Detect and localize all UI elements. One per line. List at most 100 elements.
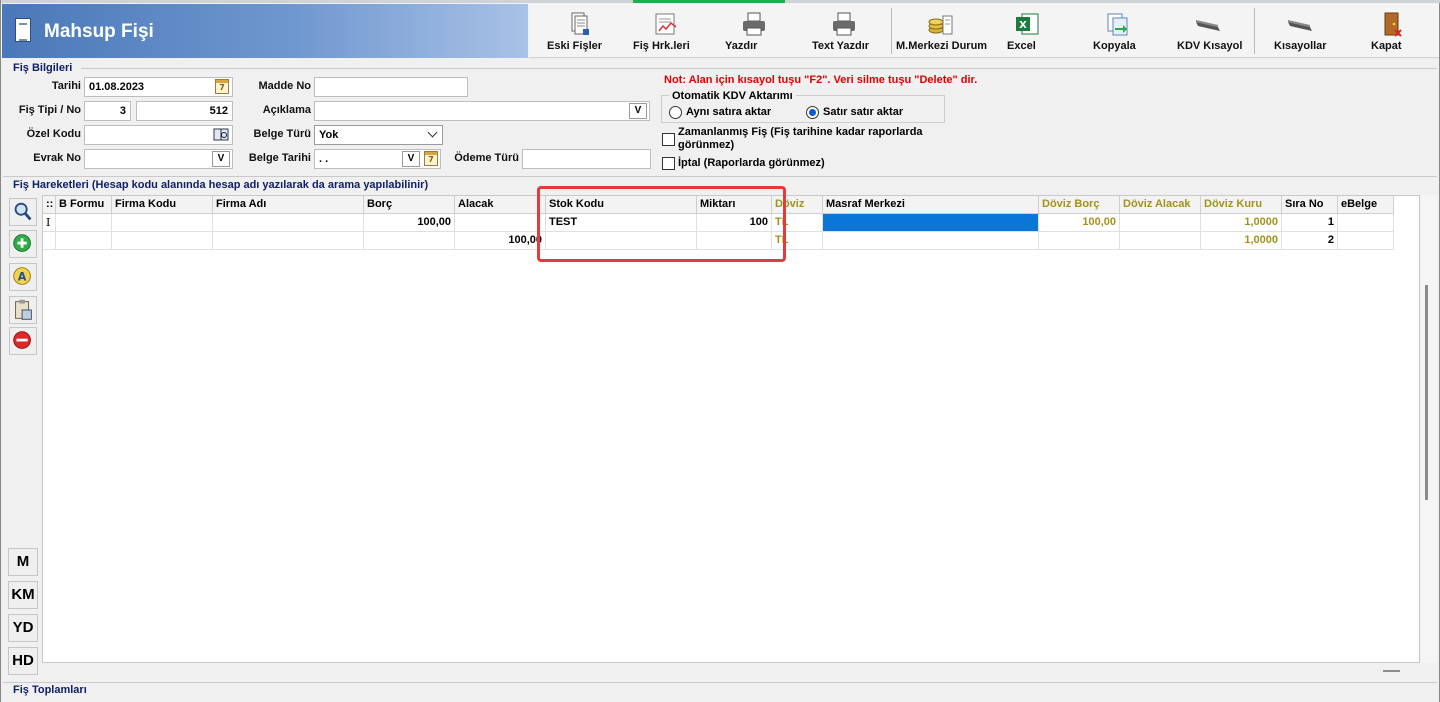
grid-header-doviz-alacak[interactable]: Döviz Alacak bbox=[1120, 196, 1201, 214]
add-row-button[interactable] bbox=[9, 230, 37, 258]
zamanlanmis-checkbox[interactable] bbox=[662, 133, 675, 146]
iptal-checkbox[interactable] bbox=[662, 157, 675, 170]
lookup-book-icon[interactable] bbox=[213, 127, 229, 142]
active-indicator bbox=[633, 0, 785, 3]
fis-tipi-label: Fiş Tipi / No bbox=[18, 104, 81, 116]
row-indicator bbox=[43, 232, 56, 250]
window-title: Mahsup Fişi bbox=[44, 21, 154, 42]
evrak-no-dropdown-button[interactable]: V bbox=[212, 151, 230, 167]
belge-turu-select[interactable]: Yok bbox=[314, 125, 443, 145]
delete-icon bbox=[13, 331, 31, 349]
grid-header-borc[interactable]: Borç bbox=[364, 196, 455, 214]
text-print-button[interactable]: Text Yazdır bbox=[812, 4, 876, 58]
belge-turu-label: Belge Türü bbox=[253, 128, 311, 140]
table-cell-doviz-alacak[interactable] bbox=[1120, 232, 1201, 250]
tarih-field[interactable]: 01.08.2023 bbox=[84, 77, 233, 97]
ozel-kodu-field[interactable] bbox=[84, 125, 233, 145]
belge-tarihi-dropdown-button[interactable]: V bbox=[402, 151, 420, 167]
table-cell-doviz-kuru[interactable]: 1,0000 bbox=[1201, 214, 1282, 232]
grid-header-doviz-borc[interactable]: Döviz Borç bbox=[1039, 196, 1120, 214]
zamanlanmis-label: Zamanlanmış Fiş (Fiş tarihine kadar rapo… bbox=[678, 126, 923, 151]
table-cell-borc[interactable]: 100,00 bbox=[364, 214, 455, 232]
fis-hareketleri-heading: Fiş Hareketleri (Hesap kodu alanında hes… bbox=[13, 179, 429, 191]
hd-button[interactable]: HD bbox=[8, 647, 38, 675]
fis-tipi-field[interactable]: 3 bbox=[84, 101, 131, 121]
section-divider bbox=[81, 68, 1437, 69]
calendar-icon[interactable]: 7 bbox=[215, 79, 229, 94]
voucher-movements-button[interactable]: Fiş Hrk.leri bbox=[633, 4, 699, 58]
evrak-no-field[interactable] bbox=[84, 149, 233, 169]
table-cell-b-formu[interactable] bbox=[56, 232, 112, 250]
printer-icon bbox=[743, 12, 765, 36]
cost-center-status-button[interactable]: M.Merkezi Durum bbox=[896, 4, 987, 58]
voucher-movements-label: Fiş Hrk.leri bbox=[633, 40, 690, 52]
grid-header-alacak[interactable]: Alacak bbox=[455, 196, 546, 214]
table-cell-ebelge[interactable] bbox=[1338, 214, 1394, 232]
aciklama-dropdown-button[interactable]: V bbox=[629, 103, 647, 119]
aciklama-field[interactable] bbox=[314, 101, 650, 121]
table-cell-doviz-borc[interactable]: 100,00 bbox=[1039, 214, 1120, 232]
delete-row-button[interactable] bbox=[9, 327, 37, 355]
clipboard-button[interactable] bbox=[9, 296, 37, 324]
table-cell-ebelge[interactable] bbox=[1338, 232, 1394, 250]
grid-header-ebelge[interactable]: eBelge bbox=[1338, 196, 1394, 214]
calendar-icon[interactable]: 7 bbox=[424, 151, 438, 166]
grid-header-firma-kodu[interactable]: Firma Kodu bbox=[112, 196, 213, 214]
table-cell-doviz-borc[interactable] bbox=[1039, 232, 1120, 250]
fis-no-field[interactable]: 512 bbox=[136, 101, 233, 121]
copy-icon bbox=[1107, 13, 1128, 36]
excel-button[interactable]: X Excel bbox=[1007, 4, 1047, 58]
table-cell-firma-kodu[interactable] bbox=[112, 232, 213, 250]
m-button[interactable]: M bbox=[8, 548, 38, 576]
old-vouchers-button[interactable]: Eski Fişler bbox=[547, 4, 609, 58]
svg-text:A: A bbox=[18, 271, 27, 284]
table-cell-masraf-merkezi[interactable] bbox=[823, 232, 1039, 250]
kdv-option-same-row-radio[interactable] bbox=[669, 106, 682, 119]
table-cell-alacak[interactable]: 100,00 bbox=[455, 232, 546, 250]
scrollbar-thumb[interactable] bbox=[1425, 285, 1428, 500]
yd-button[interactable]: YD bbox=[8, 614, 38, 642]
excel-label: Excel bbox=[1007, 40, 1036, 52]
ozel-kodu-label: Özel Kodu bbox=[26, 128, 81, 140]
shortcut-note: Not: Alan için kısayol tuşu "F2". Veri s… bbox=[664, 74, 978, 86]
copy-label: Kopyala bbox=[1093, 40, 1136, 52]
copy-button[interactable]: Kopyala bbox=[1093, 4, 1141, 58]
clipboard-icon bbox=[15, 299, 32, 320]
close-button[interactable]: Kapat bbox=[1371, 4, 1411, 58]
table-cell-sira-no[interactable]: 1 bbox=[1282, 214, 1338, 232]
document-icon bbox=[15, 18, 31, 42]
grid-header-firma-adi[interactable]: Firma Adı bbox=[213, 196, 364, 214]
table-cell-sira-no[interactable]: 2 bbox=[1282, 232, 1338, 250]
shortcuts-button[interactable]: Kısayollar bbox=[1274, 4, 1327, 58]
table-cell-firma-adi[interactable] bbox=[213, 232, 364, 250]
table-cell-alacak[interactable] bbox=[455, 214, 546, 232]
kdv-option-row-by-row-radio[interactable] bbox=[806, 106, 819, 119]
svg-text:X: X bbox=[1019, 20, 1027, 31]
grid-header-masraf-merkezi[interactable]: Masraf Merkezi bbox=[823, 196, 1039, 214]
fis-hareketleri-grid: :: B Formu Firma Kodu Firma Adı Borç Ala… bbox=[42, 195, 1420, 663]
table-cell-firma-kodu[interactable] bbox=[112, 214, 213, 232]
table-cell-masraf-merkezi[interactable] bbox=[823, 214, 1039, 232]
shortcuts-label: Kısayollar bbox=[1274, 40, 1327, 52]
table-cell-firma-adi[interactable] bbox=[213, 214, 364, 232]
odeme-turu-field[interactable] bbox=[522, 149, 651, 169]
table-cell-borc[interactable] bbox=[364, 232, 455, 250]
text-printer-icon bbox=[833, 12, 855, 36]
close-label: Kapat bbox=[1371, 40, 1402, 52]
table-cell-doviz-alacak[interactable] bbox=[1120, 214, 1201, 232]
belge-tarihi-field[interactable]: . . bbox=[314, 149, 441, 169]
grid-header-b-formu[interactable]: B Formu bbox=[56, 196, 112, 214]
horizontal-scrollbar-thumb[interactable] bbox=[1383, 670, 1400, 672]
kdv-shortcut-button[interactable]: KDV Kısayol bbox=[1177, 4, 1242, 58]
table-cell-b-formu[interactable] bbox=[56, 214, 112, 232]
vertical-scrollbar[interactable] bbox=[1421, 195, 1437, 663]
search-button[interactable] bbox=[9, 198, 37, 226]
grid-header-sira-no[interactable]: Sıra No bbox=[1282, 196, 1338, 214]
kdv-keyboard-icon bbox=[1196, 20, 1220, 31]
madde-no-field[interactable] bbox=[314, 77, 468, 97]
km-button[interactable]: KM bbox=[8, 581, 38, 609]
grid-header-doviz-kuru[interactable]: Döviz Kuru bbox=[1201, 196, 1282, 214]
accounting-button[interactable]: A bbox=[9, 263, 37, 291]
table-cell-doviz-kuru[interactable]: 1,0000 bbox=[1201, 232, 1282, 250]
print-button[interactable]: Yazdır bbox=[725, 4, 783, 58]
